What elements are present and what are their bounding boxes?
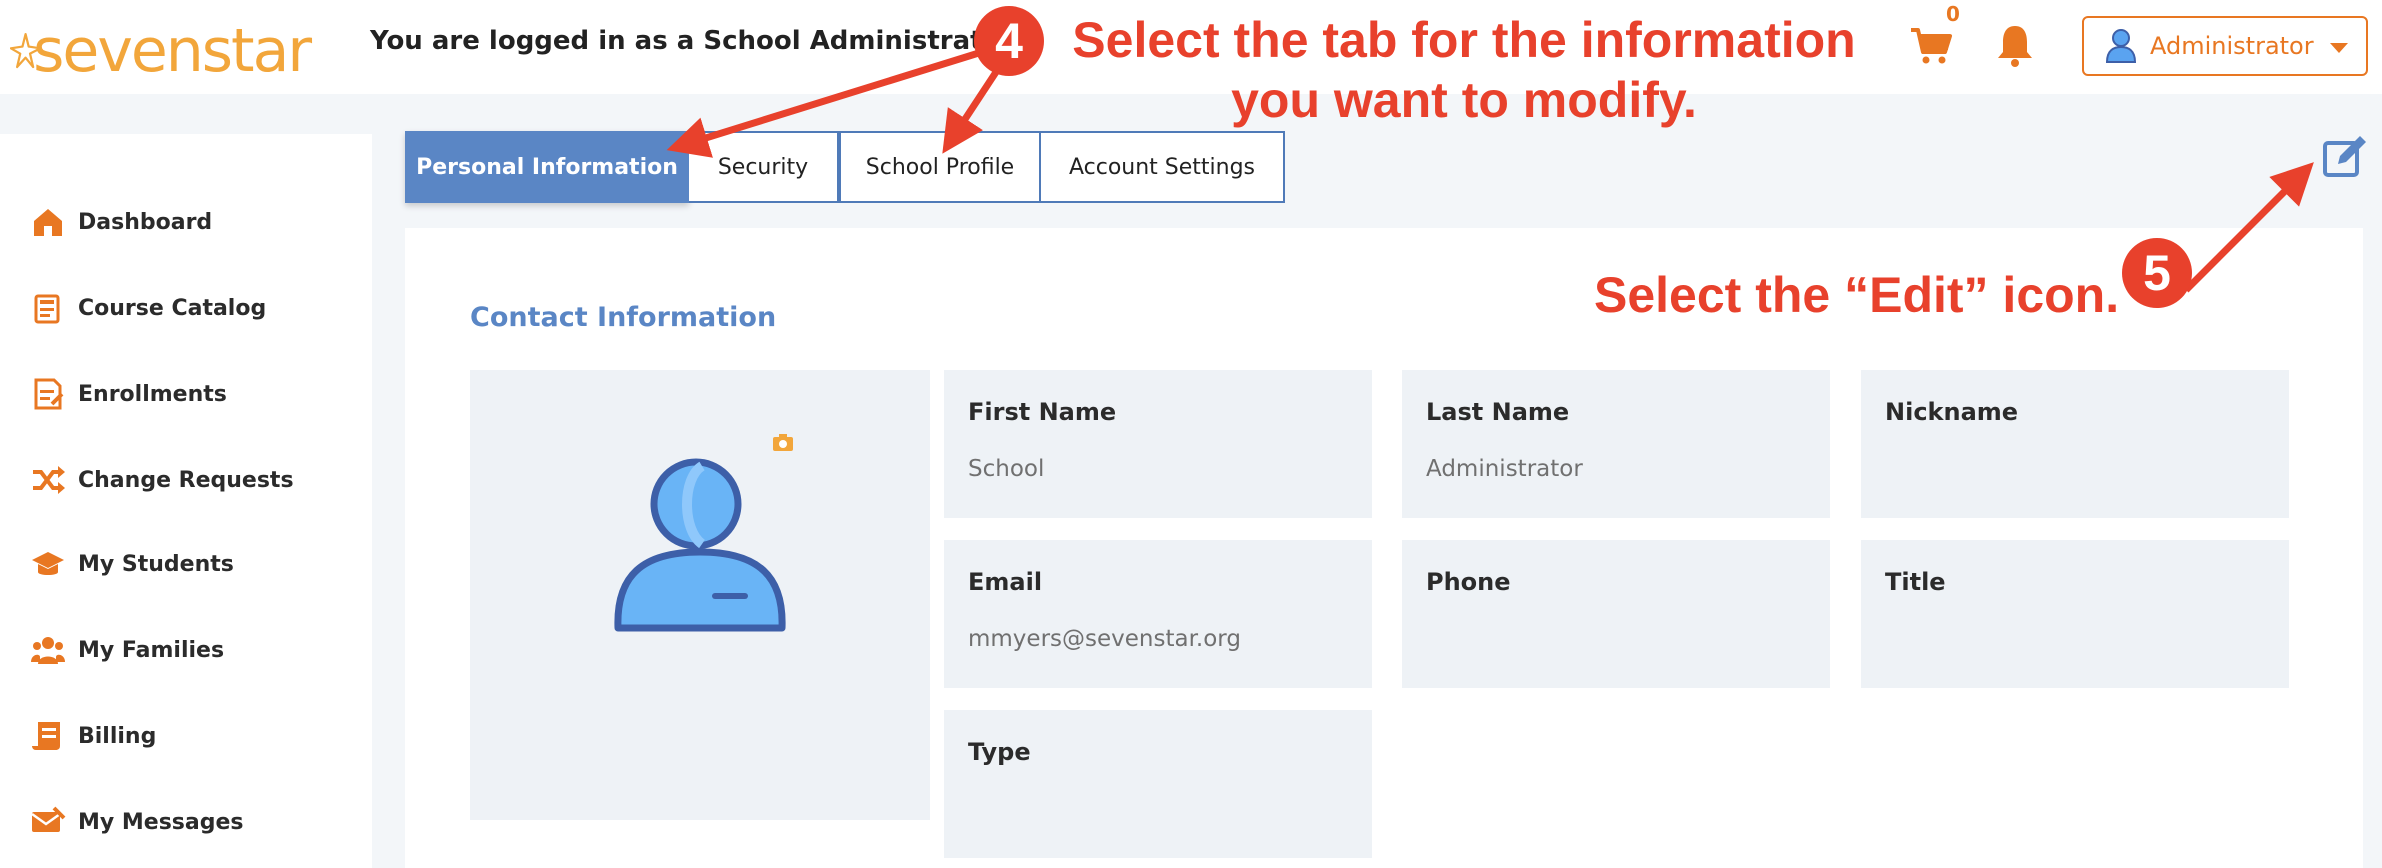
- tab-school-profile[interactable]: School Profile: [839, 131, 1041, 203]
- last-name-label: Last Name: [1426, 398, 1570, 426]
- nickname-label: Nickname: [1885, 398, 2019, 426]
- sidebar-item-label: Billing: [78, 723, 157, 749]
- user-icon: [2105, 29, 2137, 63]
- type-label: Type: [968, 738, 1031, 766]
- users-icon: [31, 637, 65, 664]
- bell-icon[interactable]: [1995, 22, 2035, 68]
- sidebar-item-course-catalog[interactable]: Course Catalog: [30, 286, 266, 330]
- first-name-field[interactable]: First Name School: [944, 370, 1372, 518]
- logged-in-status: You are logged in as a School Administra…: [370, 26, 1014, 56]
- nickname-field[interactable]: Nickname: [1861, 370, 2289, 518]
- sidebar-item-enrollments[interactable]: Enrollments: [30, 372, 227, 416]
- sidebar-item-change-requests[interactable]: Change Requests: [30, 458, 294, 502]
- step4-line1: Select the tab for the information: [1072, 12, 1856, 68]
- sidebar-item-my-messages[interactable]: My Messages: [30, 800, 244, 844]
- logo-text: sevenstar: [33, 16, 312, 86]
- email-label: Email: [968, 568, 1043, 596]
- title-label: Title: [1885, 568, 1946, 596]
- sidebar-item-label: Change Requests: [78, 467, 294, 493]
- contact-section-title: Contact Information: [470, 302, 777, 333]
- step5-instruction: Select the “Edit” icon.: [1594, 267, 2120, 323]
- sidebar-item-billing[interactable]: Billing: [30, 714, 156, 758]
- first-name-label: First Name: [968, 398, 1117, 426]
- sidebar-item-my-students[interactable]: My Students: [30, 542, 234, 586]
- title-field[interactable]: Title: [1861, 540, 2289, 688]
- edit-icon[interactable]: [2322, 134, 2368, 180]
- first-name-value: School: [968, 456, 1045, 482]
- chevron-down-icon: [2329, 43, 2348, 53]
- tab-security[interactable]: Security: [689, 131, 839, 203]
- sidebar-item-my-families[interactable]: My Families: [30, 628, 224, 672]
- sidebar-item-label: My Families: [78, 637, 225, 663]
- step4-instruction: Select the tab for the information you w…: [1064, 10, 1864, 130]
- phone-label: Phone: [1426, 568, 1511, 596]
- last-name-field[interactable]: Last Name Administrator: [1402, 370, 1830, 518]
- sidebar-item-label: Enrollments: [78, 381, 227, 407]
- tab-account-settings[interactable]: Account Settings: [1041, 131, 1285, 203]
- tab-personal-information[interactable]: Personal Information: [405, 131, 689, 203]
- sidebar-item-dashboard[interactable]: Dashboard: [30, 200, 212, 244]
- sevenstar-logo[interactable]: sevenstar: [10, 8, 312, 94]
- email-field[interactable]: Email mmyers@sevenstar.org: [944, 540, 1372, 688]
- last-name-value: Administrator: [1426, 456, 1583, 482]
- profile-tabs: Personal Information Security School Pro…: [405, 131, 1285, 203]
- cart-count-badge: 0: [1946, 2, 1960, 26]
- sidebar-item-label: Course Catalog: [78, 295, 267, 321]
- user-menu-button[interactable]: Administrator: [2082, 16, 2368, 76]
- sidebar-item-label: My Messages: [78, 809, 244, 835]
- messages-icon: [31, 806, 66, 832]
- cart-icon[interactable]: [1908, 22, 1954, 68]
- camera-icon[interactable]: [772, 432, 794, 452]
- sidebar-item-label: Dashboard: [78, 209, 213, 235]
- sidebar-item-label: My Students: [78, 551, 234, 577]
- phone-field[interactable]: Phone: [1402, 540, 1830, 688]
- type-field[interactable]: Type: [944, 710, 1372, 858]
- step4-badge: 4: [974, 6, 1044, 76]
- billing-icon: [32, 722, 60, 750]
- step4-line2: you want to modify.: [1231, 72, 1697, 128]
- shuffle-icon: [33, 466, 65, 494]
- enrollments-icon: [34, 378, 64, 410]
- graduation-cap-icon: [32, 552, 64, 575]
- avatar: [614, 458, 786, 632]
- catalog-icon: [34, 294, 60, 324]
- step5-badge: 5: [2122, 238, 2192, 308]
- user-menu-label: Administrator: [2150, 32, 2314, 60]
- home-icon: [34, 209, 62, 236]
- email-value: mmyers@sevenstar.org: [968, 626, 1241, 652]
